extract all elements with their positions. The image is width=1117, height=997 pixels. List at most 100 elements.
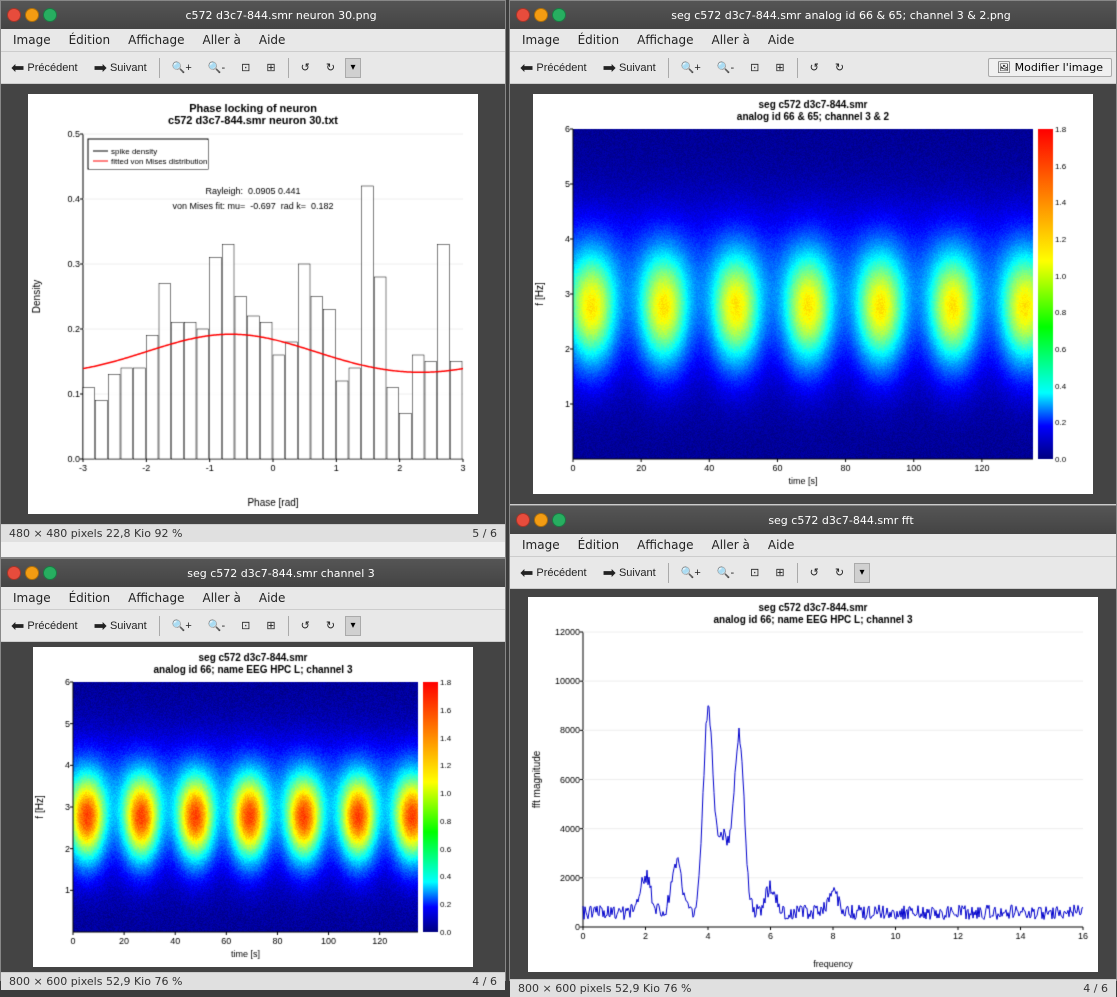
rotate-cw-icon-3: ↻ [326,619,335,632]
menu-image-4[interactable]: Image [514,536,568,554]
zoom-out-icon-3: 🔍- [208,619,225,632]
sep-6 [288,616,289,636]
status-bar-1: 480 × 480 pixels 22,8 Kio 92 % 5 / 6 [1,524,505,542]
prev-button-4[interactable]: ⬅ Précédent [514,561,593,585]
zoom-out-button-2[interactable]: 🔍- [711,59,740,76]
minimize-button-4[interactable] [534,513,548,527]
image-area-2 [510,84,1116,504]
menu-edition-4[interactable]: Édition [570,536,628,554]
menu-allerà-1[interactable]: Aller à [195,31,249,49]
rotate-cw-button-2[interactable]: ↻ [829,59,850,76]
menu-allerà-2[interactable]: Aller à [704,31,758,49]
zoom-fit-button-1[interactable]: ⊡ [235,59,256,76]
prev-button-1[interactable]: ⬅ Précédent [5,56,84,80]
rotate-ccw-button-4[interactable]: ↺ [804,564,825,581]
menu-image-3[interactable]: Image [5,589,59,607]
zoom-out-button-4[interactable]: 🔍- [711,564,740,581]
menu-allerà-4[interactable]: Aller à [704,536,758,554]
menu-allerà-3[interactable]: Aller à [195,589,249,607]
toolbar-dropdown-1[interactable]: ▾ [345,58,361,78]
menu-aide-2[interactable]: Aide [760,31,803,49]
zoom-out-icon-1: 🔍- [208,61,225,74]
menu-edition-1[interactable]: Édition [61,31,119,49]
menu-aide-3[interactable]: Aide [251,589,294,607]
titlebar-buttons-2 [516,8,566,22]
next-button-1[interactable]: ➡ Suivant [88,56,153,80]
maximize-button-1[interactable] [43,8,57,22]
zoom-in-icon-1: 🔍+ [172,61,192,74]
menu-image-1[interactable]: Image [5,31,59,49]
zoom-in-button-4[interactable]: 🔍+ [675,564,707,581]
status-bar-4: 800 × 600 pixels 52,9 Kio 76 % 4 / 6 [510,979,1116,997]
minimize-button-3[interactable] [25,566,39,580]
title-1: c572 d3c7-844.smr neuron 30.png [63,9,499,22]
zoom-fit-button-3[interactable]: ⊡ [235,617,256,634]
menubar-4: Image Édition Affichage Aller à Aide [510,534,1116,557]
zoom-out-button-1[interactable]: 🔍- [202,59,231,76]
prev-label-1: Précédent [27,62,77,74]
minimize-button-1[interactable] [25,8,39,22]
zoom-in-button-1[interactable]: 🔍+ [166,59,198,76]
zoom-in-button-3[interactable]: 🔍+ [166,617,198,634]
next-button-2[interactable]: ➡ Suivant [597,56,662,80]
rotate-ccw-button-2[interactable]: ↺ [804,59,825,76]
prev-icon-3: ⬅ [11,616,24,636]
sep-4 [797,58,798,78]
zoom-fit-icon-1: ⊡ [241,61,250,74]
rotate-cw-button-4[interactable]: ↻ [829,564,850,581]
zoom-fit-icon-4: ⊡ [750,566,759,579]
titlebar-buttons-4 [516,513,566,527]
close-button-3[interactable] [7,566,21,580]
image-area-4 [510,589,1116,979]
image-area-1 [1,84,505,524]
status-right-3: 4 / 6 [472,975,497,988]
menu-affichage-1[interactable]: Affichage [120,31,192,49]
zoom-orig-button-3[interactable]: ⊞ [260,617,281,634]
menu-affichage-3[interactable]: Affichage [120,589,192,607]
prev-button-2[interactable]: ⬅ Précédent [514,56,593,80]
next-button-3[interactable]: ➡ Suivant [88,614,153,638]
modify-image-label: Modifier l'image [1015,61,1103,74]
rotate-ccw-button-3[interactable]: ↺ [295,617,316,634]
minimize-button-2[interactable] [534,8,548,22]
menu-affichage-4[interactable]: Affichage [629,536,701,554]
close-button-4[interactable] [516,513,530,527]
zoom-in-button-2[interactable]: 🔍+ [675,59,707,76]
zoom-fit-button-4[interactable]: ⊡ [744,564,765,581]
maximize-button-2[interactable] [552,8,566,22]
zoom-fit-button-2[interactable]: ⊡ [744,59,765,76]
toolbar-2: ⬅ Précédent ➡ Suivant 🔍+ 🔍- ⊡ ⊞ ↺ ↻ 🖼 Mo… [510,52,1116,84]
close-button-2[interactable] [516,8,530,22]
zoom-in-icon-3: 🔍+ [172,619,192,632]
rotate-cw-button-1[interactable]: ↻ [320,59,341,76]
sep-3 [668,58,669,78]
menu-aide-1[interactable]: Aide [251,31,294,49]
toolbar-dropdown-3[interactable]: ▾ [345,616,361,636]
prev-icon-4: ⬅ [520,563,533,583]
modify-image-button[interactable]: 🖼 Modifier l'image [988,58,1112,77]
menu-edition-3[interactable]: Édition [61,589,119,607]
close-button-1[interactable] [7,8,21,22]
next-button-4[interactable]: ➡ Suivant [597,561,662,585]
zoom-orig-button-4[interactable]: ⊞ [769,564,790,581]
prev-button-3[interactable]: ⬅ Précédent [5,614,84,638]
menu-aide-4[interactable]: Aide [760,536,803,554]
zoom-orig-button-1[interactable]: ⊞ [260,59,281,76]
zoom-orig-button-2[interactable]: ⊞ [769,59,790,76]
sep-1 [159,58,160,78]
maximize-button-4[interactable] [552,513,566,527]
zoom-orig-icon-2: ⊞ [775,61,784,74]
rotate-ccw-icon-3: ↺ [301,619,310,632]
menu-image-2[interactable]: Image [514,31,568,49]
menu-edition-2[interactable]: Édition [570,31,628,49]
maximize-button-3[interactable] [43,566,57,580]
titlebar-4: seg c572 d3c7-844.smr fft [510,506,1116,534]
zoom-out-icon-4: 🔍- [717,566,734,579]
prev-label-2: Précédent [536,62,586,74]
rotate-cw-button-3[interactable]: ↻ [320,617,341,634]
fft-canvas-4 [528,597,1098,972]
zoom-out-button-3[interactable]: 🔍- [202,617,231,634]
toolbar-dropdown-4[interactable]: ▾ [854,563,870,583]
menu-affichage-2[interactable]: Affichage [629,31,701,49]
rotate-ccw-button-1[interactable]: ↺ [295,59,316,76]
